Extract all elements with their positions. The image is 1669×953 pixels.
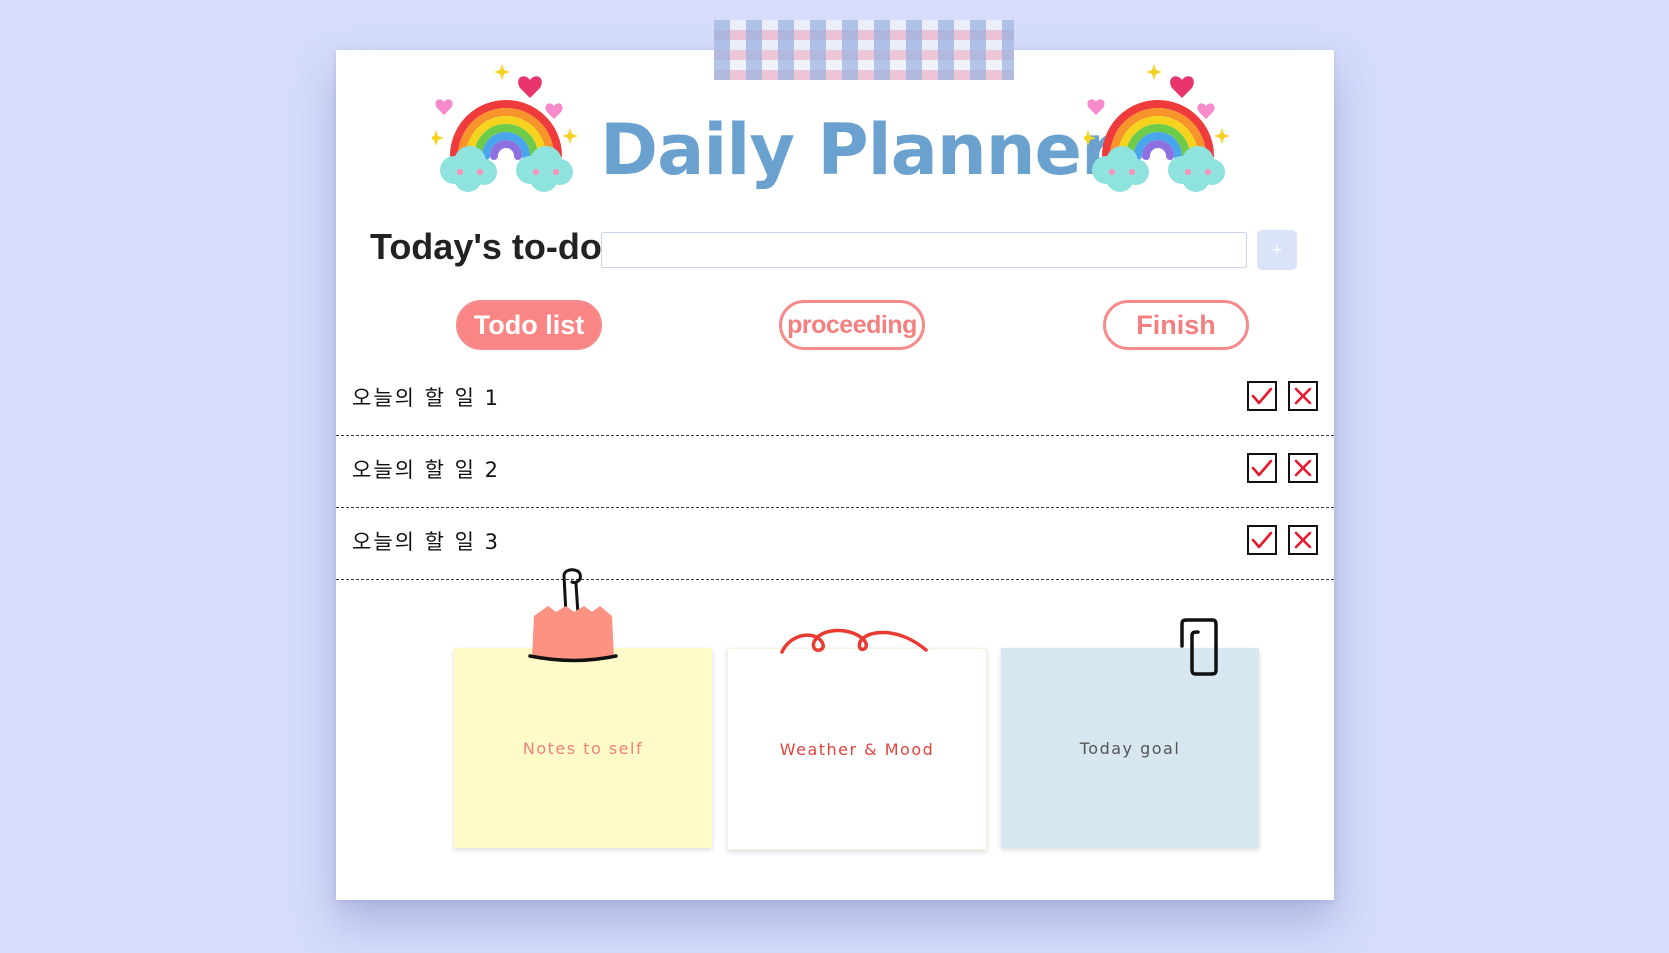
paper-clip-icon [1180,618,1218,676]
check-icon [1251,459,1273,477]
add-todo-button[interactable]: + [1257,230,1297,270]
todo-item-text: 오늘의 할 일 1 [352,386,500,410]
complete-button[interactable] [1247,453,1277,483]
todo-input-label: Today's to-do : [370,226,624,267]
todo-item-text: 오늘의 할 일 3 [352,530,500,554]
page-title: Daily Planner [600,109,1116,191]
check-icon [1251,531,1273,549]
spiral-loops-decoration [780,628,928,654]
rainbow-icon [432,64,578,192]
delete-button[interactable] [1288,453,1318,483]
tab-proceeding[interactable]: proceeding [779,300,925,350]
tab-todo-list[interactable]: Todo list [456,300,602,350]
todo-item: 오늘의 할 일 1 [336,364,1334,436]
close-icon [1294,387,1312,405]
tab-finish[interactable]: Finish [1103,300,1249,350]
note-weather-mood[interactable]: Weather & Mood [727,648,987,850]
complete-button[interactable] [1247,525,1277,555]
check-icon [1251,387,1273,405]
note-label: Notes to self [522,738,644,758]
note-label: Weather & Mood [779,739,935,759]
todo-list: 오늘의 할 일 1 오늘의 할 일 2 오늘의 할 일 3 [336,364,1334,580]
delete-button[interactable] [1288,525,1318,555]
note-label: Today goal [1079,738,1181,758]
todo-item-text: 오늘의 할 일 2 [352,458,500,482]
delete-button[interactable] [1288,381,1318,411]
note-notes-to-self[interactable]: Notes to self [454,648,712,848]
close-icon [1294,531,1312,549]
todo-input[interactable] [601,232,1247,268]
complete-button[interactable] [1247,381,1277,411]
binder-clip-icon [528,568,618,663]
todo-item: 오늘의 할 일 3 [336,508,1334,580]
note-today-goal[interactable]: Today goal [1001,648,1259,848]
close-icon [1294,459,1312,477]
todo-item: 오늘의 할 일 2 [336,436,1334,508]
rainbow-icon [1084,64,1230,192]
washi-tape [714,20,1014,80]
